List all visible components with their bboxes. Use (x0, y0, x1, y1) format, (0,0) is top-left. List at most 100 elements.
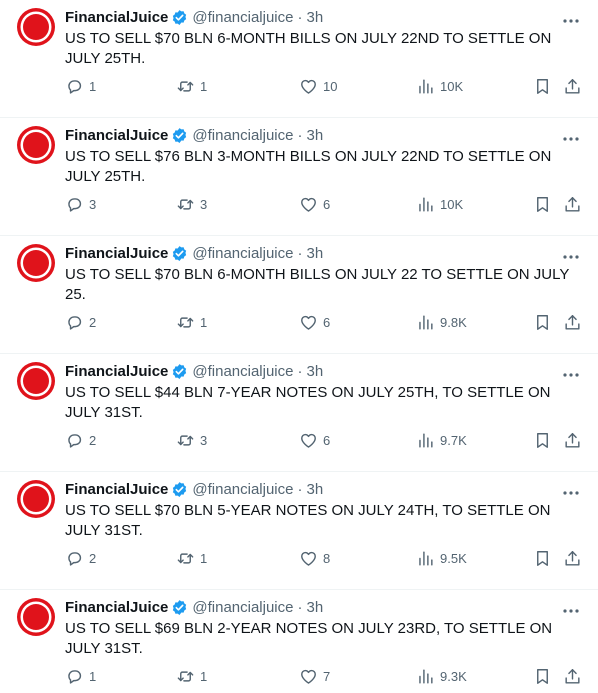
share-button[interactable] (563, 195, 582, 214)
tweet[interactable]: FinancialJuice @financialjuice · 3h US T… (0, 472, 598, 590)
action-bar: 3 3 6 10K (65, 195, 582, 215)
timestamp[interactable]: 3h (307, 244, 324, 263)
views-button[interactable]: 9.7K (416, 431, 467, 450)
retweet-button[interactable]: 3 (176, 195, 207, 214)
bookmark-button[interactable] (533, 195, 552, 214)
bookmark-icon (537, 315, 548, 330)
views-button[interactable]: 10K (416, 77, 463, 96)
display-name[interactable]: FinancialJuice (65, 480, 168, 499)
like-button[interactable]: 6 (299, 313, 330, 332)
timestamp[interactable]: 3h (307, 126, 324, 145)
retweet-button[interactable]: 1 (176, 77, 207, 96)
more-icon[interactable] (562, 366, 580, 384)
like-button[interactable]: 6 (299, 431, 330, 450)
verified-badge-icon[interactable] (171, 363, 188, 380)
tweet[interactable]: FinancialJuice @financialjuice · 3h US T… (0, 354, 598, 472)
retweet-button[interactable]: 1 (176, 313, 207, 332)
like-button[interactable]: 10 (299, 77, 337, 96)
bookmark-button[interactable] (533, 77, 552, 96)
tweet-text: US TO SELL $44 BLN 7-YEAR NOTES ON JULY … (65, 384, 551, 421)
avatar[interactable] (16, 243, 56, 283)
tweet[interactable]: FinancialJuice @financialjuice · 3h US T… (0, 118, 598, 236)
avatar[interactable] (16, 125, 56, 165)
display-name[interactable]: FinancialJuice (65, 244, 168, 263)
views-button[interactable]: 9.8K (416, 313, 467, 332)
avatar[interactable] (16, 7, 56, 47)
reply-button[interactable]: 3 (65, 195, 96, 214)
separator: · (297, 9, 303, 26)
handle[interactable]: @financialjuice (192, 244, 293, 263)
share-icon (565, 197, 580, 212)
avatar[interactable] (16, 479, 56, 519)
bookmark-icon (537, 197, 548, 212)
retweet-button[interactable]: 1 (176, 549, 207, 568)
views-button[interactable]: 10K (416, 195, 463, 214)
avatar[interactable] (16, 597, 56, 637)
action-bar: 2 1 8 9.5K (65, 549, 582, 569)
separator: · (297, 481, 303, 498)
handle[interactable]: @financialjuice (192, 126, 293, 145)
like-count: 6 (323, 197, 331, 212)
display-name[interactable]: FinancialJuice (65, 362, 168, 381)
like-button[interactable]: 8 (299, 549, 330, 568)
verified-badge-icon[interactable] (171, 245, 188, 262)
avatar[interactable] (16, 361, 56, 401)
tweet-header: FinancialJuice @financialjuice · 3h (65, 598, 323, 617)
like-button[interactable]: 6 (299, 195, 330, 214)
timeline: FinancialJuice @financialjuice · 3h US T… (0, 0, 598, 693)
share-icon (565, 433, 580, 448)
handle[interactable]: @financialjuice (192, 598, 293, 617)
share-button[interactable] (563, 549, 582, 568)
share-button[interactable] (563, 77, 582, 96)
action-bar: 2 1 6 9.8K (65, 313, 582, 333)
like-count: 10 (323, 79, 338, 94)
timestamp[interactable]: 3h (307, 480, 324, 499)
share-button[interactable] (563, 313, 582, 332)
reply-button[interactable]: 2 (65, 549, 96, 568)
display-name[interactable]: FinancialJuice (65, 126, 168, 145)
share-button[interactable] (563, 667, 582, 686)
reply-button[interactable]: 1 (65, 667, 96, 686)
handle[interactable]: @financialjuice (192, 362, 293, 381)
share-button[interactable] (563, 431, 582, 450)
bookmark-button[interactable] (533, 313, 552, 332)
retweet-button[interactable]: 3 (176, 431, 207, 450)
retweet-button[interactable]: 1 (176, 667, 207, 686)
bookmark-icon (537, 433, 548, 448)
like-count: 6 (323, 315, 331, 330)
more-icon[interactable] (562, 248, 580, 266)
retweet-count: 1 (200, 669, 208, 684)
timestamp[interactable]: 3h (307, 598, 324, 617)
views-button[interactable]: 9.5K (416, 549, 467, 568)
tweet[interactable]: FinancialJuice @financialjuice · 3h US T… (0, 0, 598, 118)
views-icon (419, 79, 433, 94)
like-button[interactable]: 7 (299, 667, 330, 686)
reply-button[interactable]: 2 (65, 431, 96, 450)
reply-button[interactable]: 1 (65, 77, 96, 96)
verified-badge-icon[interactable] (171, 127, 188, 144)
bookmark-button[interactable] (533, 549, 552, 568)
bookmark-button[interactable] (533, 667, 552, 686)
reply-icon (68, 552, 82, 566)
tweet[interactable]: FinancialJuice @financialjuice · 3h US T… (0, 590, 598, 693)
tweet[interactable]: FinancialJuice @financialjuice · 3h US T… (0, 236, 598, 354)
reply-button[interactable]: 2 (65, 313, 96, 332)
bookmark-button[interactable] (533, 431, 552, 450)
handle[interactable]: @financialjuice (192, 8, 293, 27)
handle[interactable]: @financialjuice (192, 480, 293, 499)
retweet-icon (177, 199, 194, 210)
tweet-text: US TO SELL $70 BLN 5-YEAR NOTES ON JULY … (65, 502, 551, 539)
more-icon[interactable] (562, 484, 580, 502)
more-icon[interactable] (562, 130, 580, 148)
display-name[interactable]: FinancialJuice (65, 598, 168, 617)
more-icon[interactable] (562, 602, 580, 620)
views-button[interactable]: 9.3K (416, 667, 467, 686)
verified-badge-icon[interactable] (171, 481, 188, 498)
verified-badge-icon[interactable] (171, 599, 188, 616)
more-icon[interactable] (562, 12, 580, 30)
display-name[interactable]: FinancialJuice (65, 8, 168, 27)
timestamp[interactable]: 3h (307, 8, 324, 27)
timestamp[interactable]: 3h (307, 362, 324, 381)
tweet-header: FinancialJuice @financialjuice · 3h (65, 244, 323, 263)
verified-badge-icon[interactable] (171, 9, 188, 26)
